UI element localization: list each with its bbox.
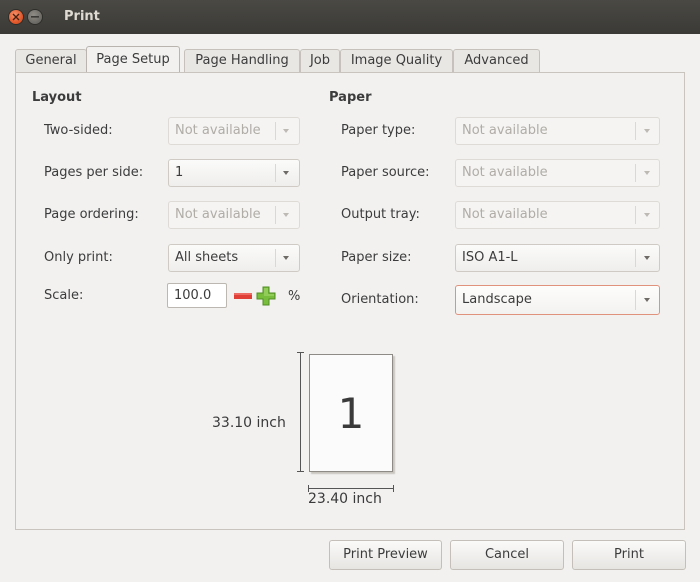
only-print-combo[interactable]: All sheets (168, 244, 300, 272)
combo-separator (635, 249, 636, 267)
combo-separator (635, 164, 636, 182)
title-bar: Print (0, 0, 700, 34)
dropdown-arrow-icon (283, 171, 289, 175)
two-sided-combo: Not available (168, 117, 300, 145)
tab-job[interactable]: Job (300, 49, 340, 72)
dropdown-arrow-icon (644, 171, 650, 175)
dropdown-arrow-icon (283, 256, 289, 260)
minimize-icon[interactable] (28, 10, 42, 24)
page-height-label: 33.10 inch (212, 415, 286, 431)
paper-size-label: Paper size: (341, 250, 412, 265)
scale-unit: % (288, 289, 301, 304)
paper-type-label: Paper type: (341, 123, 416, 138)
tab-advanced[interactable]: Advanced (453, 49, 540, 72)
only-print-value: All sheets (175, 250, 239, 265)
paper-section-title: Paper (329, 90, 372, 105)
combo-separator (635, 122, 636, 140)
print-button[interactable]: Print (572, 540, 686, 570)
combo-separator (635, 206, 636, 224)
combo-separator (275, 164, 276, 182)
orientation-label: Orientation: (341, 292, 419, 307)
page-preview: 1 (309, 354, 393, 472)
page-ordering-value: Not available (175, 207, 261, 222)
dropdown-arrow-icon (283, 213, 289, 217)
scale-value: 100.0 (174, 288, 212, 303)
page-ordering-label: Page ordering: (44, 207, 139, 222)
combo-separator (275, 122, 276, 140)
tab-general[interactable]: General (15, 49, 87, 72)
two-sided-label: Two-sided: (44, 123, 113, 138)
paper-type-combo: Not available (455, 117, 660, 145)
pages-per-side-label: Pages per side: (44, 165, 144, 180)
output-tray-label: Output tray: (341, 207, 420, 222)
scale-input[interactable]: 100.0 (167, 283, 227, 308)
height-dimension-line (297, 352, 304, 472)
print-preview-button[interactable]: Print Preview (329, 540, 442, 570)
pages-per-side-combo[interactable]: 1 (168, 159, 300, 187)
close-icon[interactable] (9, 10, 23, 24)
dropdown-arrow-icon (644, 256, 650, 260)
dropdown-arrow-icon (644, 129, 650, 133)
pages-per-side-value: 1 (175, 165, 184, 180)
paper-type-value: Not available (462, 123, 548, 138)
window-title: Print (64, 9, 100, 24)
dropdown-arrow-icon (644, 298, 650, 302)
tab-image-quality[interactable]: Image Quality (340, 49, 453, 72)
plus-icon[interactable] (255, 285, 277, 307)
tab-page-handling[interactable]: Page Handling (184, 49, 300, 72)
page-width-label: 23.40 inch (308, 491, 382, 507)
orientation-value: Landscape (462, 292, 532, 307)
output-tray-combo: Not available (455, 201, 660, 229)
tab-page-setup[interactable]: Page Setup (86, 46, 180, 73)
paper-size-value: ISO A1-L (462, 250, 518, 265)
paper-size-combo[interactable]: ISO A1-L (455, 244, 660, 272)
dropdown-arrow-icon (644, 213, 650, 217)
two-sided-value: Not available (175, 123, 261, 138)
paper-source-value: Not available (462, 165, 548, 180)
combo-separator (635, 290, 636, 310)
page-ordering-combo: Not available (168, 201, 300, 229)
paper-source-combo: Not available (455, 159, 660, 187)
scale-label: Scale: (44, 288, 84, 303)
layout-section-title: Layout (32, 90, 82, 105)
dropdown-arrow-icon (283, 129, 289, 133)
output-tray-value: Not available (462, 207, 548, 222)
combo-separator (275, 206, 276, 224)
cancel-button[interactable]: Cancel (450, 540, 564, 570)
width-dimension-line (308, 481, 394, 492)
orientation-combo[interactable]: Landscape (455, 285, 660, 315)
minus-icon[interactable] (232, 286, 254, 306)
paper-source-label: Paper source: (341, 165, 430, 180)
combo-separator (275, 249, 276, 267)
only-print-label: Only print: (44, 250, 113, 265)
page-preview-number: 1 (337, 389, 365, 438)
